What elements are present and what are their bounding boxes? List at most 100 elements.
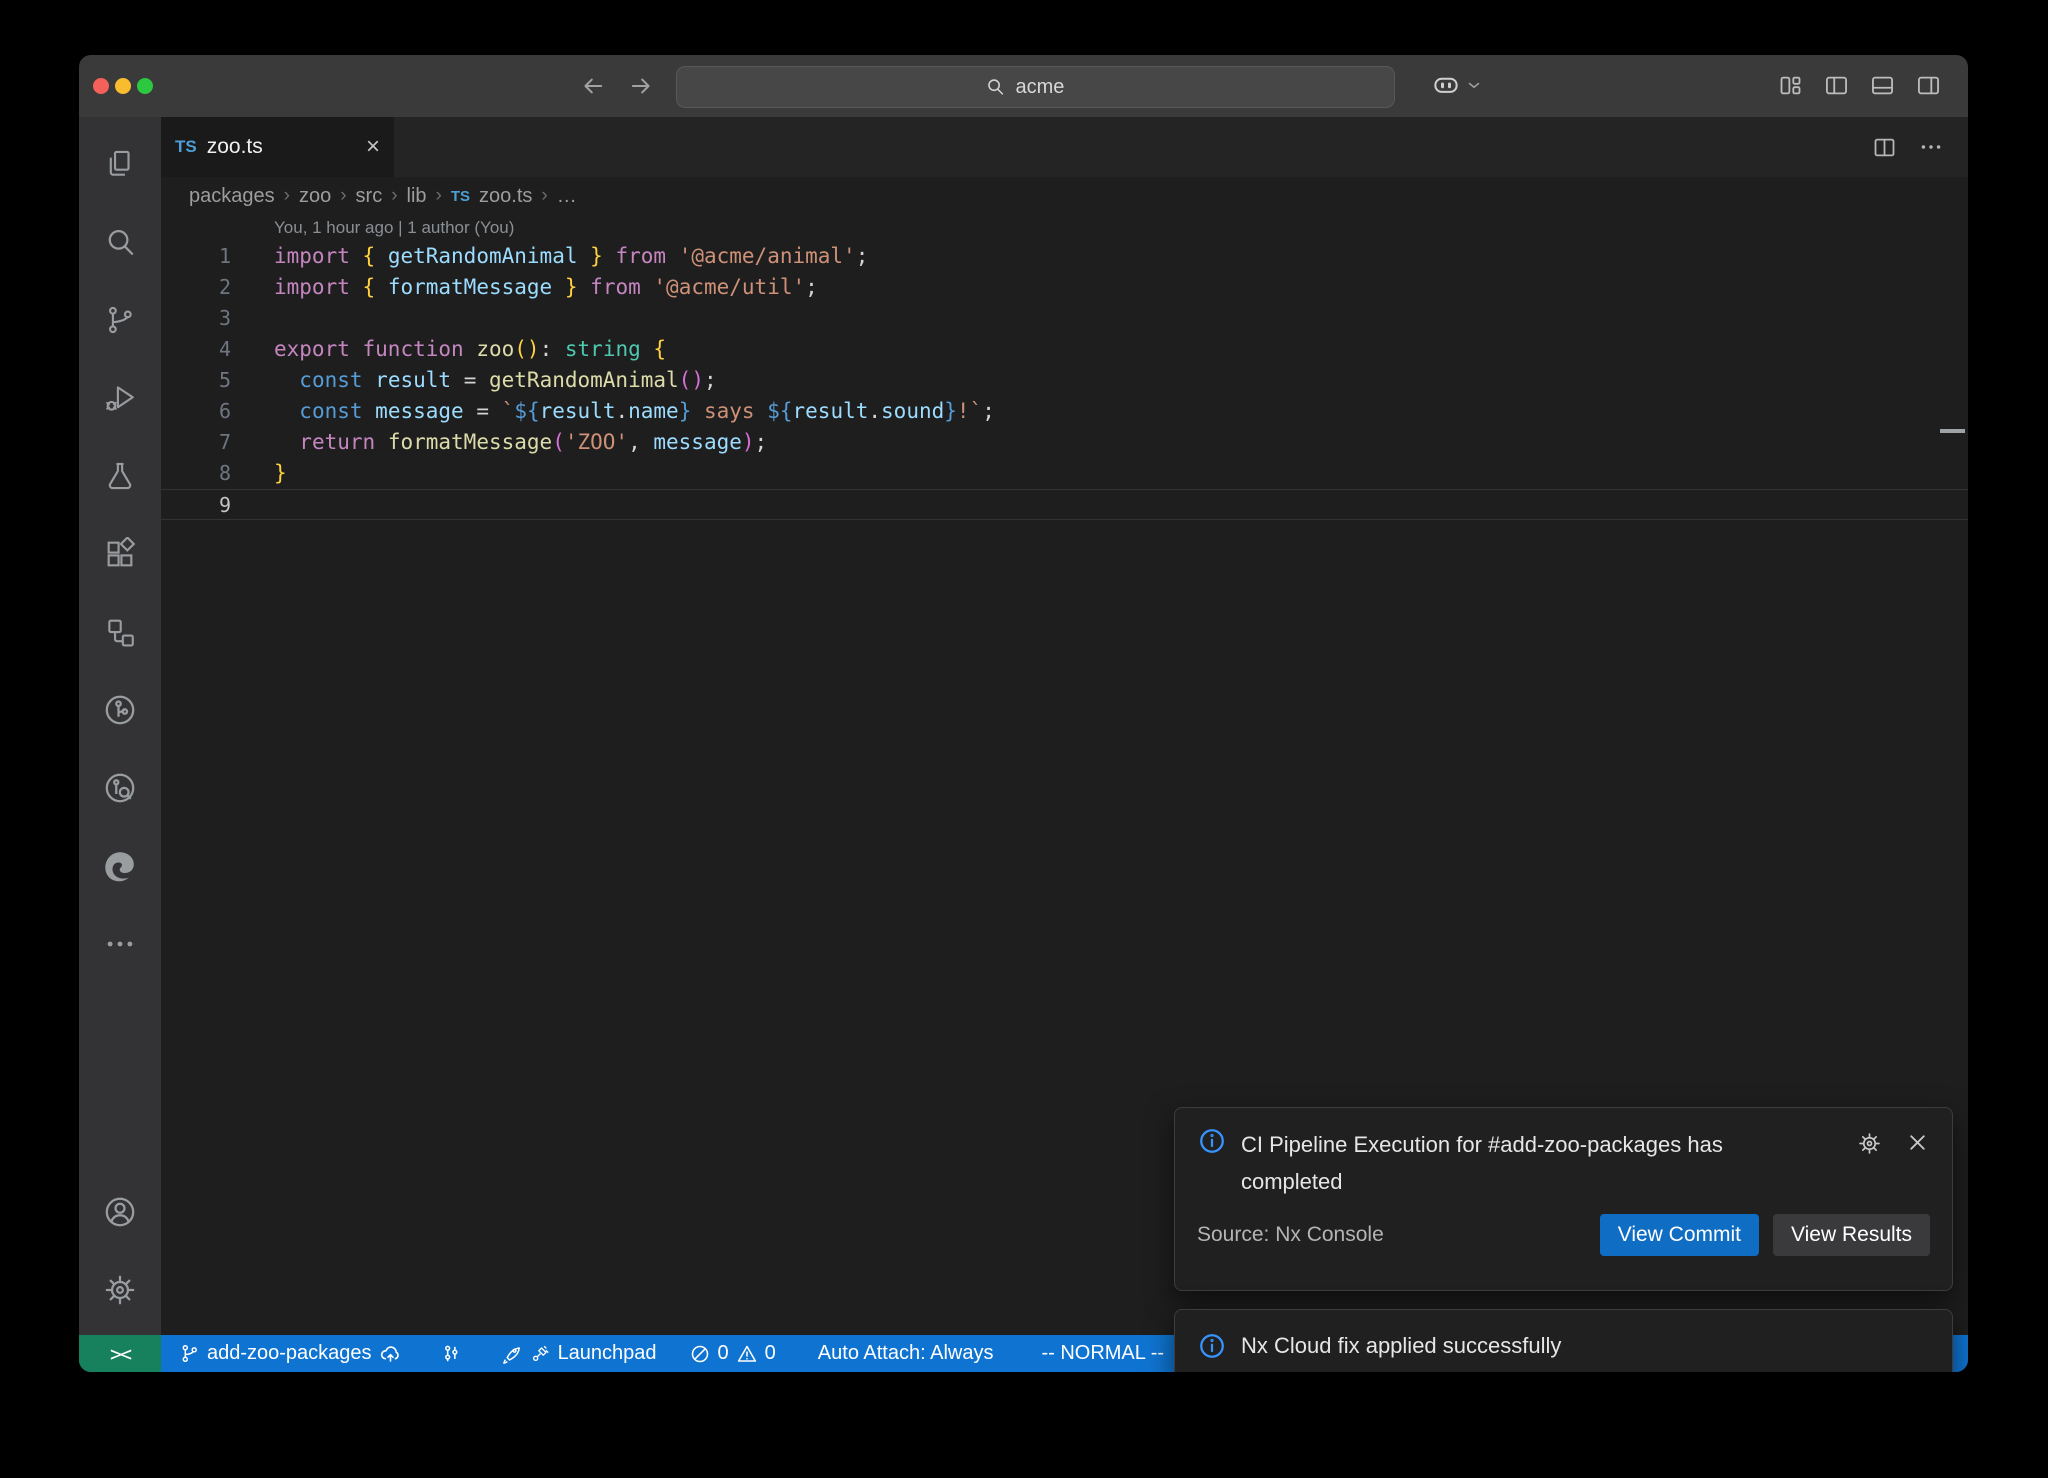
line-number: 4 [161,334,231,365]
line-number: 8 [161,458,231,489]
info-icon [1197,1331,1227,1361]
breadcrumb-item[interactable]: packages [189,185,275,208]
vim-mode-label: -- NORMAL -- [1041,1342,1164,1365]
title-bar [79,55,1968,117]
code-line-1[interactable]: 1import { getRandomAnimal } from '@acme/… [161,241,1968,272]
auto-attach-item[interactable]: Auto Attach: Always [808,1342,1004,1365]
notification-toast-nx-cloud: Nx Cloud fix applied successfully [1174,1309,1953,1372]
notification-message: CI Pipeline Execution for #add-zoo-packa… [1241,1126,1786,1200]
code-line-8[interactable]: 8} [161,458,1968,489]
search-input[interactable] [1014,75,1088,100]
notification-close-icon[interactable] [1905,1130,1930,1157]
code-line-5[interactable]: 5 const result = getRandomAnimal(); [161,365,1968,396]
breadcrumb-item[interactable]: src [356,185,383,208]
remote-indicator[interactable]: >< [79,1335,161,1372]
line-text: import { getRandomAnimal } from '@acme/a… [231,241,868,272]
explorer-icon[interactable] [79,125,161,203]
code-line-9[interactable]: 9 [161,489,1968,520]
additional-views-icon[interactable] [79,905,161,983]
commit-graph-item[interactable] [430,1343,472,1365]
extensions-icon[interactable] [79,515,161,593]
auto-attach-label: Auto Attach: Always [818,1342,994,1365]
problems-item[interactable]: 0 0 [679,1342,786,1365]
copilot-icon[interactable] [1431,70,1461,100]
gitlens-icon[interactable] [79,671,161,749]
zoom-window-button[interactable] [137,78,153,94]
warnings-icon [736,1343,758,1365]
forward-arrow-icon[interactable] [627,72,655,100]
git-blame-annotation[interactable]: You, 1 hour ago | 1 author (You) [161,215,1968,241]
breadcrumb-separator: › [391,185,397,207]
breadcrumb-separator: › [541,185,547,207]
close-window-button[interactable] [93,78,109,94]
breadcrumb-symbol-more[interactable]: … [557,185,577,208]
split-editor-icon[interactable] [1871,134,1898,161]
git-branch-icon [179,1343,200,1364]
line-number: 3 [161,303,231,334]
line-number: 9 [161,490,231,519]
code-line-4[interactable]: 4export function zoo(): string { [161,334,1968,365]
code-line-3[interactable]: 3 [161,303,1968,334]
minimize-window-button[interactable] [115,78,131,94]
search-view-icon[interactable] [79,203,161,281]
breadcrumb-separator: › [436,185,442,207]
vim-mode-item[interactable]: -- NORMAL -- [1031,1342,1174,1365]
toggle-panel-icon[interactable] [1869,72,1896,99]
testing-icon[interactable] [79,437,161,515]
line-number: 6 [161,396,231,427]
line-number: 1 [161,241,231,272]
run-debug-icon[interactable] [79,359,161,437]
warnings-count: 0 [765,1342,776,1365]
command-center-search[interactable] [676,66,1395,108]
line-number: 5 [161,365,231,396]
line-text [231,303,274,334]
line-text: const result = getRandomAnimal(); [231,365,717,396]
window-controls [93,78,153,94]
search-icon [984,76,1006,98]
tab-zoo-ts[interactable]: TS zoo.ts × [161,117,394,177]
toggle-secondary-sidebar-icon[interactable] [1915,72,1942,99]
line-text: import { formatMessage } from '@acme/uti… [231,272,818,303]
more-actions-icon[interactable] [1918,134,1944,160]
view-commit-button[interactable]: View Commit [1600,1214,1759,1256]
code-line-2[interactable]: 2import { formatMessage } from '@acme/ut… [161,272,1968,303]
notification-settings-gear-icon[interactable] [1856,1130,1883,1157]
nx-console-icon[interactable] [79,593,161,671]
edge-devtools-icon[interactable] [79,827,161,905]
notification-source: Source: Nx Console [1197,1223,1384,1247]
rocket-icon [500,1342,523,1365]
back-arrow-icon[interactable] [579,72,607,100]
desktop-background: TS zoo.ts × packages › [0,0,2048,1478]
tab-bar: TS zoo.ts × [161,117,1968,177]
gitlens-inspect-icon[interactable] [79,749,161,827]
activity-bar [79,117,161,1335]
line-text [231,490,274,519]
accounts-icon[interactable] [79,1173,161,1251]
breadcrumb: packages › zoo › src › lib › TS zoo.ts ›… [161,177,1968,215]
source-control-icon[interactable] [79,281,161,359]
line-text: export function zoo(): string { [231,334,666,365]
notification-message: Nx Cloud fix applied successfully [1241,1327,1561,1364]
vscode-window: TS zoo.ts × packages › [79,55,1968,1372]
settings-gear-icon[interactable] [79,1251,161,1329]
code-line-6[interactable]: 6 const message = `${result.name} says $… [161,396,1968,427]
breadcrumb-file[interactable]: zoo.ts [479,185,532,208]
customize-layout-icon[interactable] [1777,72,1804,99]
toggle-primary-sidebar-icon[interactable] [1823,72,1850,99]
line-text: const message = `${result.name} says ${r… [231,396,995,427]
remote-icon: >< [110,1342,130,1366]
tab-label: zoo.ts [207,135,263,159]
git-branch-item[interactable]: add-zoo-packages [169,1342,412,1365]
breadcrumb-item[interactable]: zoo [299,185,331,208]
publish-cloud-icon [379,1342,402,1365]
errors-count: 0 [718,1342,729,1365]
tab-close-icon[interactable]: × [366,135,380,159]
code-lines: 1import { getRandomAnimal } from '@acme/… [161,241,1968,520]
connect-plug-icon [530,1343,551,1364]
line-text: } [231,458,287,489]
launchpad-item[interactable]: Launchpad [490,1342,667,1365]
view-results-button[interactable]: View Results [1773,1214,1930,1256]
chevron-down-icon[interactable] [1465,76,1483,94]
breadcrumb-item[interactable]: lib [407,185,427,208]
code-line-7[interactable]: 7 return formatMessage('ZOO', message); [161,427,1968,458]
